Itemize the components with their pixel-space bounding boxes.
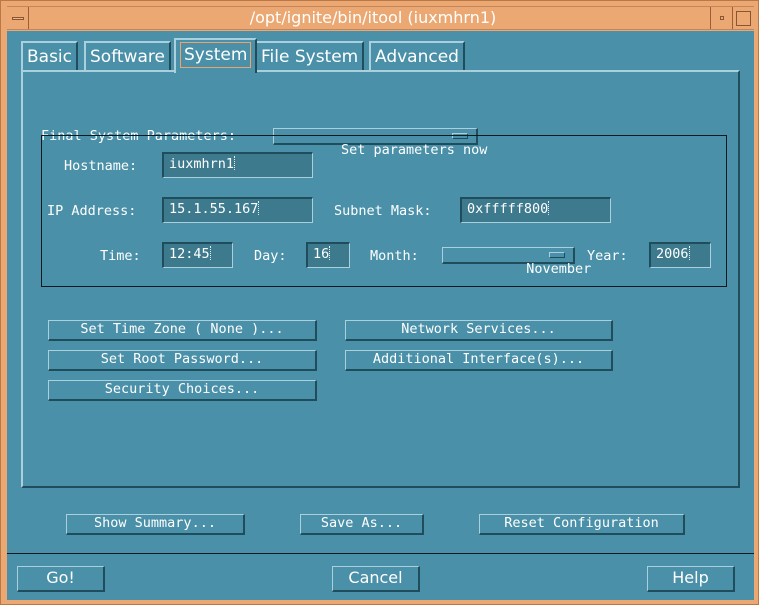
day-value: 16 bbox=[313, 246, 330, 262]
month-select[interactable]: November bbox=[442, 247, 591, 276]
year-label: Year: bbox=[587, 248, 628, 264]
tab-file-system[interactable]: File System bbox=[255, 41, 365, 72]
maximize-icon bbox=[736, 11, 751, 26]
window-menu-icon bbox=[12, 17, 24, 20]
time-label: Time: bbox=[100, 248, 141, 264]
set-root-password-button[interactable]: Set Root Password... bbox=[48, 350, 317, 371]
time-value: 12:45 bbox=[169, 246, 210, 262]
minimize-icon bbox=[720, 16, 724, 20]
subnet-mask-input[interactable]: 0xfffff800 bbox=[460, 197, 611, 223]
tab-software[interactable]: Software bbox=[84, 41, 171, 72]
text-cursor bbox=[258, 201, 260, 215]
text-cursor bbox=[234, 156, 236, 170]
window-title: /opt/ignite/bin/itool (iuxmhrn1) bbox=[249, 8, 497, 27]
security-choices-button[interactable]: Security Choices... bbox=[48, 380, 317, 401]
show-summary-button[interactable]: Show Summary... bbox=[66, 514, 245, 535]
day-input[interactable]: 16 bbox=[306, 242, 350, 268]
ip-address-input[interactable]: 15.1.55.167 bbox=[162, 197, 313, 223]
minimize-button[interactable] bbox=[710, 7, 732, 29]
text-cursor bbox=[548, 201, 550, 215]
additional-interfaces-button[interactable]: Additional Interface(s)... bbox=[345, 350, 613, 371]
text-cursor bbox=[209, 246, 212, 260]
network-services-button[interactable]: Network Services... bbox=[345, 320, 613, 341]
window-menu-button[interactable] bbox=[7, 7, 29, 29]
month-label: Month: bbox=[370, 248, 419, 264]
maximize-button[interactable] bbox=[732, 7, 754, 29]
go-button[interactable]: Go! bbox=[17, 566, 105, 592]
cancel-button[interactable]: Cancel bbox=[332, 566, 420, 592]
reset-configuration-button[interactable]: Reset Configuration bbox=[479, 514, 685, 535]
year-value: 2006 bbox=[656, 246, 689, 262]
text-cursor bbox=[688, 246, 691, 260]
save-as-button[interactable]: Save As... bbox=[300, 514, 424, 535]
text-cursor bbox=[329, 246, 331, 260]
set-time-zone-button[interactable]: Set Time Zone ( None )... bbox=[48, 320, 317, 341]
year-input[interactable]: 2006 bbox=[649, 242, 711, 268]
separator bbox=[7, 553, 754, 554]
tab-system-label: System bbox=[180, 42, 252, 68]
tab-system[interactable]: System bbox=[174, 38, 258, 73]
hostname-label: Hostname: bbox=[64, 158, 138, 174]
help-button[interactable]: Help bbox=[647, 566, 735, 592]
system-tab-panel: Final System Parameters: Set parameters … bbox=[21, 70, 740, 488]
hostname-input[interactable]: iuxmhrn1 bbox=[162, 152, 313, 178]
window-frame: /opt/ignite/bin/itool (iuxmhrn1) Basic S… bbox=[0, 0, 759, 605]
dialog-body: Basic Software System File System Advanc… bbox=[7, 31, 754, 600]
tab-basic[interactable]: Basic bbox=[21, 41, 79, 72]
subnet-mask-value: 0xfffff800 bbox=[467, 201, 549, 217]
day-label: Day: bbox=[254, 248, 287, 264]
system-params-group: Hostname: iuxmhrn1 IP Address: 15.1.55.1… bbox=[41, 135, 727, 287]
subnet-mask-label: Subnet Mask: bbox=[334, 203, 432, 219]
option-menu-icon bbox=[549, 252, 565, 258]
hostname-value: iuxmhrn1 bbox=[169, 156, 235, 172]
time-input[interactable]: 12:45 bbox=[162, 242, 233, 268]
tab-advanced[interactable]: Advanced bbox=[369, 41, 465, 72]
ip-address-label: IP Address: bbox=[47, 203, 137, 219]
ip-address-value: 15.1.55.167 bbox=[169, 201, 259, 217]
month-value: November bbox=[526, 261, 592, 277]
title-bar[interactable]: /opt/ignite/bin/itool (iuxmhrn1) bbox=[7, 6, 754, 30]
